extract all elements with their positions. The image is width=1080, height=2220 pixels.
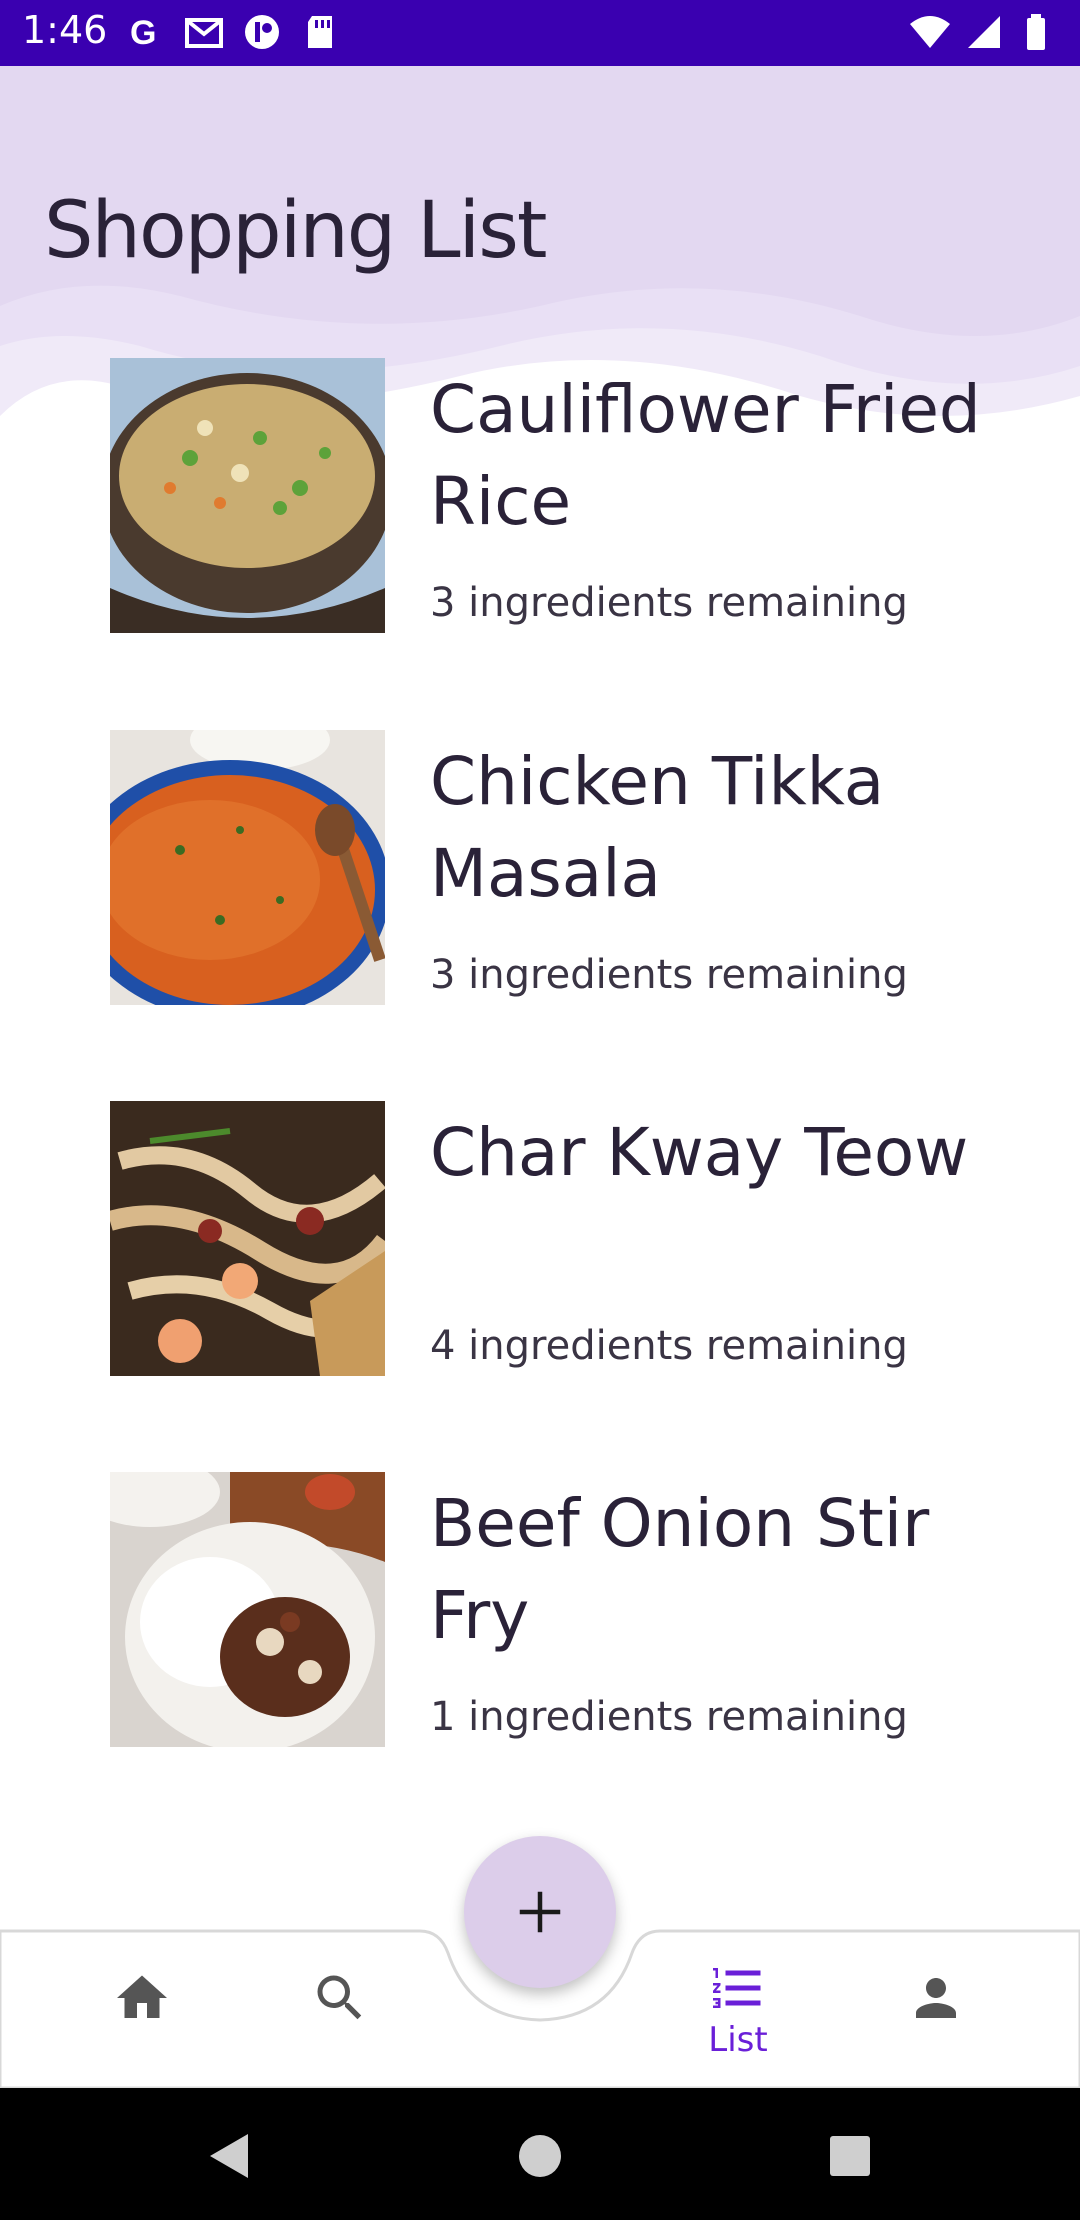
system-navigation-bar [0,2088,1080,2220]
recipe-item[interactable]: Cauliflower Fried Rice 3 ingredients rem… [0,358,1080,638]
wifi-icon [910,16,950,48]
list-icon [713,1968,761,2008]
gmail-icon [185,18,223,48]
recipe-image [110,1101,385,1376]
add-recipe-button[interactable] [464,1836,616,1988]
signal-icon [968,16,1000,48]
recipe-item[interactable]: Char Kway Teow 4 ingredients remaining [0,1101,1080,1381]
ingredients-remaining: 3 ingredients remaining [430,952,908,998]
battery-icon [1027,14,1045,50]
recipe-name: Cauliflower Fried Rice [430,371,981,540]
search-icon [317,1975,362,2020]
ingredients-remaining: 3 ingredients remaining [430,580,908,626]
recipe-item[interactable]: Beef Onion Stir Fry 1 ingredients remain… [0,1472,1080,1752]
nav-list[interactable]: List [678,1958,798,2068]
recipe-image [110,358,385,633]
nav-home[interactable] [82,1968,202,2078]
nav-list-label: List [708,2020,768,2060]
nav-search[interactable] [280,1968,400,2078]
status-bar: 1:46 G [0,0,1080,66]
page-title: Shopping List [44,186,547,276]
app-notification-icon [245,15,279,49]
recipe-image [110,730,385,1005]
recipe-name: Chicken Tikka Masala [430,743,885,912]
person-icon [916,1978,956,2018]
nav-profile[interactable] [876,1968,996,2078]
recipe-item[interactable]: Chicken Tikka Masala 3 ingredients remai… [0,730,1080,1010]
sd-card-icon [308,16,332,48]
ingredients-remaining: 4 ingredients remaining [430,1323,908,1369]
status-time: 1:46 [22,8,108,52]
ingredients-remaining: 1 ingredients remaining [430,1694,908,1740]
recipe-image [110,1472,385,1747]
home-button-icon[interactable] [510,2126,570,2186]
recents-icon[interactable] [820,2126,880,2186]
home-icon [117,1975,167,2018]
system-icons [910,12,1058,52]
recipe-name: Char Kway Teow [430,1114,969,1191]
recipe-name: Beef Onion Stir Fry [430,1485,930,1654]
back-icon[interactable] [200,2126,260,2186]
svg-text:G: G [130,14,156,52]
notification-icons: G [126,12,340,52]
google-icon: G [130,14,156,52]
plus-icon [519,1891,561,1933]
